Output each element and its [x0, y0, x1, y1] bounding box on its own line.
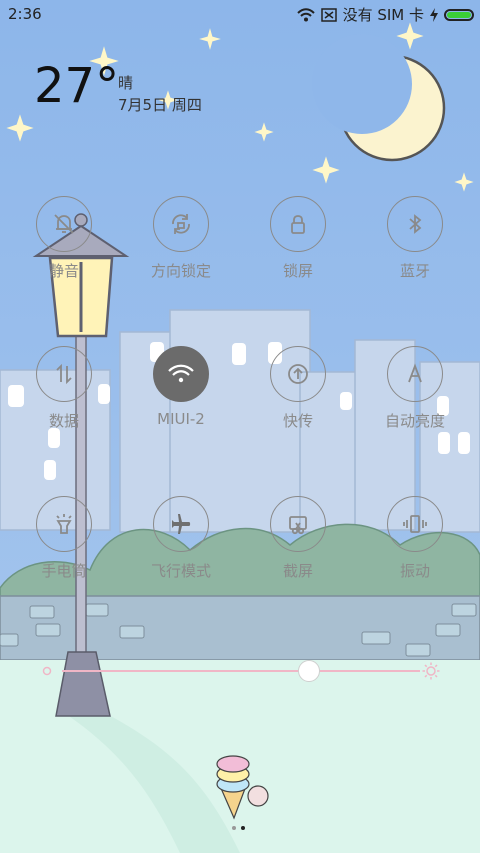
toggle-airplane-mode[interactable]: 飞行模式: [123, 496, 239, 581]
status-time: 2:36: [8, 5, 42, 23]
toggle-flashlight[interactable]: 手电筒: [6, 496, 122, 581]
weather-widget[interactable]: 27° 晴 7月5日 周四: [34, 58, 202, 114]
toggle-rotation-lock[interactable]: 方向锁定: [123, 196, 239, 281]
no-sim-text: 没有 SIM 卡: [342, 6, 424, 24]
airplane-icon: [172, 514, 191, 534]
toggle-vibrate[interactable]: 振动: [357, 496, 473, 581]
lock-icon: [291, 215, 305, 234]
toggle-circle[interactable]: [153, 196, 209, 252]
toggle-circle[interactable]: [36, 196, 92, 252]
wifi-icon: [168, 364, 194, 383]
page-dot: [232, 826, 236, 830]
weather-temperature: 27°: [34, 58, 120, 114]
toggle-circle[interactable]: [387, 196, 443, 252]
weather-condition: 晴: [118, 74, 134, 92]
toggle-label: 数据: [48, 412, 79, 430]
toggle-circle[interactable]: [36, 496, 92, 552]
screenshot-icon: [289, 516, 307, 535]
vibrate-icon: [403, 515, 427, 533]
bell-muted-icon: [54, 214, 74, 234]
toggle-circle[interactable]: [36, 346, 92, 402]
toggle-mobile-data[interactable]: 数据: [6, 346, 122, 431]
toggle-label: 截屏: [282, 562, 313, 580]
toggle-circle[interactable]: [153, 496, 209, 552]
brightness-low-icon: [42, 666, 52, 676]
toggle-label: 飞行模式: [150, 562, 211, 580]
page-dot: [241, 826, 245, 830]
toggle-label: 蓝牙: [399, 262, 430, 280]
toggle-circle[interactable]: [387, 346, 443, 402]
toggle-quick-share[interactable]: 快传: [240, 346, 356, 431]
share-transfer-icon: [288, 364, 308, 384]
toggle-label: 手电筒: [41, 562, 87, 580]
brightness-knob[interactable]: [298, 660, 321, 682]
flashlight-icon: [56, 514, 72, 534]
toggle-circle[interactable]: [270, 346, 326, 402]
mobile-data-icon: [56, 363, 72, 385]
bluetooth-icon: [409, 214, 422, 234]
toggle-circle[interactable]: [153, 346, 209, 402]
wifi-signal-icon: [296, 7, 315, 21]
toggle-label: 方向锁定: [150, 262, 211, 280]
toggle-mute[interactable]: 静音: [6, 196, 122, 281]
status-bar: 2:36 没有 SIM 卡: [0, 0, 480, 28]
toggle-label: 自动亮度: [384, 412, 445, 430]
no-sim-icon: [320, 7, 337, 22]
toggle-label: 静音: [48, 262, 79, 280]
auto-brightness-icon: [408, 363, 422, 383]
charging-icon: [430, 7, 438, 22]
toggle-label: MIUI-2: [157, 410, 205, 428]
brightness-track[interactable]: [62, 670, 420, 672]
page-indicator: [232, 826, 245, 830]
rotation-lock-icon: [172, 214, 190, 234]
toggle-bluetooth[interactable]: 蓝牙: [357, 196, 473, 281]
toggle-label: 快传: [282, 412, 313, 430]
brightness-slider[interactable]: [42, 660, 440, 682]
toggle-circle[interactable]: [270, 496, 326, 552]
toggle-screenshot[interactable]: 截屏: [240, 496, 356, 581]
weather-date: 7月5日 周四: [118, 96, 202, 114]
toggle-lock-screen[interactable]: 锁屏: [240, 196, 356, 281]
brightness-high-icon: [422, 662, 440, 680]
status-icons: 没有 SIM 卡: [296, 4, 474, 25]
battery-icon: [444, 8, 474, 21]
toggle-label: 锁屏: [282, 262, 313, 280]
toggle-label: 振动: [399, 562, 430, 580]
toggle-wifi[interactable]: MIUI-2: [123, 346, 239, 428]
toggle-circle[interactable]: [387, 496, 443, 552]
battery-fill: [447, 11, 471, 18]
toggle-auto-brightness[interactable]: 自动亮度: [357, 346, 473, 431]
toggle-circle[interactable]: [270, 196, 326, 252]
